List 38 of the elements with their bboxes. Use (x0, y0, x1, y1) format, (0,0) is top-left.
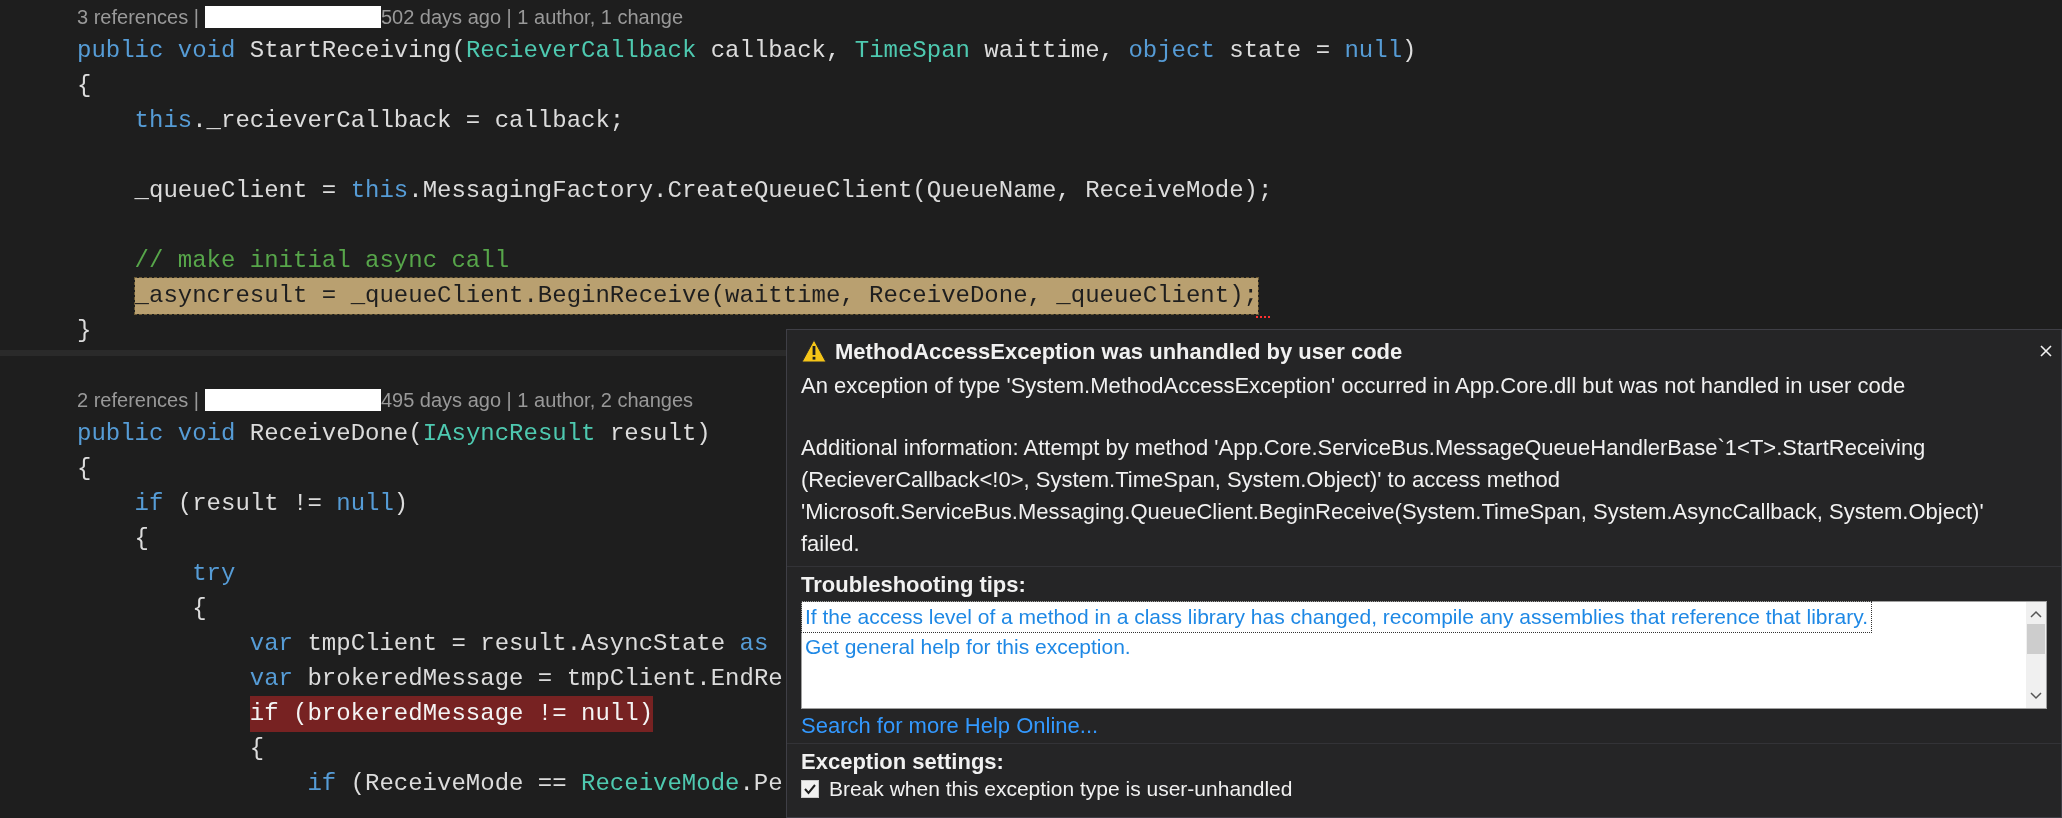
codelens-text[interactable]: 502 days ago | 1 author, 1 change (380, 1, 684, 32)
code-line: // make initial async call (134, 245, 510, 276)
tip-link[interactable]: If the access level of a method in a class library has changed, recompile any assemblies that reference that library. (802, 602, 1871, 632)
code-line: { (192, 593, 207, 624)
codelens-text[interactable]: 495 days ago | 1 author, 2 changes (380, 384, 694, 415)
tips-list[interactable]: If the access level of a method in a class library has changed, recompile any assemblies that reference that library. Get general help for this exception. (801, 601, 2047, 709)
close-icon[interactable] (2039, 344, 2053, 358)
code-line: { (249, 733, 265, 764)
code-line: _queueClient = this.MessagingFactory.CreateQueueClient(QueueName, ReceiveMode); (134, 175, 1273, 206)
code-line: var brokeredMessage = tmpClient.EndRe (249, 663, 783, 694)
section-heading: Troubleshooting tips: (801, 571, 1027, 599)
code-line: } (77, 315, 92, 346)
code-line: this._recieverCallback = callback; (134, 105, 625, 136)
warning-icon (801, 339, 827, 363)
scroll-down-icon[interactable] (2030, 692, 2042, 700)
code-line: try (192, 558, 236, 589)
checkbox[interactable] (801, 780, 819, 798)
scroll-thumb[interactable] (2027, 624, 2045, 654)
codelens-text[interactable]: 3 references | (77, 1, 199, 32)
tip-link[interactable]: Get general help for this exception. (802, 632, 1134, 662)
exception-message: An exception of type 'System.MethodAccessException' occurred in App.Core.dll but was not handled in user code (801, 372, 1907, 400)
scrollbar[interactable] (2026, 602, 2046, 708)
code-line: public void ReceiveDone(IAsyncResult result) (77, 418, 711, 449)
code-line: { (134, 523, 149, 554)
section-heading: Exception settings: (801, 748, 1005, 776)
code-line: public void StartReceiving(RecieverCallback callback, TimeSpan waittime, object state = null) (77, 35, 1417, 66)
checkbox-label[interactable]: Break when this exception type is user-unhandled (829, 773, 1293, 805)
scroll-up-icon[interactable] (2030, 610, 2042, 618)
help-link[interactable]: Search for more Help Online... (801, 709, 1099, 743)
code-line: { (77, 70, 92, 101)
code-line: { (77, 453, 92, 484)
code-line: var tmpClient = result.AsyncState as (249, 628, 769, 659)
code-line: if (ReceiveMode == ReceiveMode.Pe (307, 768, 783, 799)
codelens-text[interactable]: 2 references | (77, 384, 199, 415)
exception-message: Additional information: Attempt by method 'App.Core.ServiceBus.MessageQueueHandlerBase`1<T>.StartReceiving (RecieverCallback<!0>, System.TimeSpan, System.Object)' to access method 'Microsoft.ServiceBus.Messaging.QueueClient.BeginReceive(System.TimeSpan, System.AsyncCallback, System.Object)' failed. (801, 434, 1985, 558)
code-line: if (result != null) (134, 488, 409, 519)
dialog-title: MethodAccessException was unhandled by user code (835, 337, 1404, 366)
error-squiggle (1256, 313, 1270, 318)
